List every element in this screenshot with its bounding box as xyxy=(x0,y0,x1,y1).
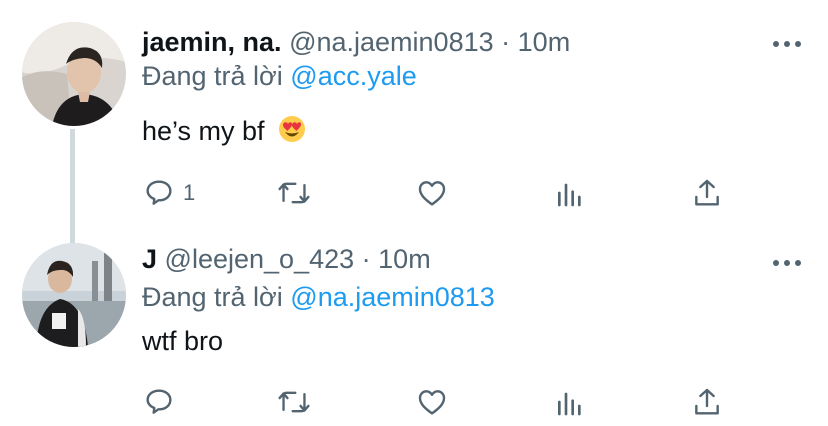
analytics-icon xyxy=(558,183,581,207)
reply-icon xyxy=(146,180,172,205)
avatar-photo xyxy=(22,22,126,126)
display-name[interactable]: J xyxy=(142,244,157,274)
avatar[interactable] xyxy=(22,243,126,347)
tweet[interactable]: J @leejen_o_423 · 10m Đang trả lời @na.j… xyxy=(0,234,828,426)
retweet-button[interactable] xyxy=(277,173,311,213)
share-button[interactable] xyxy=(692,173,722,213)
retweet-button[interactable] xyxy=(277,382,311,422)
tweet-text-content: wtf bro xyxy=(142,326,224,356)
tweet-header: jaemin, na. @na.jaemin0813 · 10m xyxy=(142,25,570,59)
reply-button[interactable]: 1 xyxy=(143,173,195,213)
share-icon xyxy=(695,388,719,415)
handle[interactable]: @leejen_o_423 xyxy=(165,244,355,274)
like-icon xyxy=(418,390,446,415)
separator: · xyxy=(501,27,511,57)
reply-prefix: Đang trả lời xyxy=(142,282,283,312)
analytics-button[interactable] xyxy=(555,173,585,213)
tweet-header: J @leejen_o_423 · 10m xyxy=(142,242,431,276)
avatar[interactable] xyxy=(22,22,126,126)
replying-to: Đang trả lời @acc.yale xyxy=(142,59,417,93)
reply-count: 1 xyxy=(183,180,196,205)
avatar-photo xyxy=(22,243,126,347)
handle[interactable]: @na.jaemin0813 xyxy=(289,27,494,57)
share-button[interactable] xyxy=(692,382,722,422)
reply-mention[interactable]: @na.jaemin0813 xyxy=(290,282,495,312)
more-icon[interactable] xyxy=(772,36,802,47)
tweet-actions: 1 xyxy=(0,173,828,213)
tweet-text: he’s my bf xyxy=(142,114,306,151)
replying-to: Đang trả lời @na.jaemin0813 xyxy=(142,280,495,314)
reply-button[interactable] xyxy=(143,382,183,422)
tweet[interactable]: jaemin, na. @na.jaemin0813 · 10m Đang tr… xyxy=(0,0,828,243)
retweet-icon xyxy=(278,182,310,204)
like-button[interactable] xyxy=(416,382,448,422)
like-icon xyxy=(418,181,446,206)
reply-mention[interactable]: @acc.yale xyxy=(290,61,416,91)
timestamp[interactable]: 10m xyxy=(518,27,571,57)
tweet-actions xyxy=(0,382,828,422)
reply-prefix: Đang trả lời xyxy=(142,61,283,91)
tweet-text: wtf bro xyxy=(142,324,223,358)
reply-icon xyxy=(146,389,172,414)
more-icon[interactable] xyxy=(772,255,802,266)
timestamp[interactable]: 10m xyxy=(378,244,431,274)
like-button[interactable] xyxy=(416,173,448,213)
retweet-icon xyxy=(278,391,310,413)
display-name[interactable]: jaemin, na. xyxy=(142,27,282,57)
analytics-icon xyxy=(558,392,581,416)
tweet-text-content: he’s my bf xyxy=(142,116,265,146)
heart-eyes-emoji xyxy=(278,115,306,151)
analytics-button[interactable] xyxy=(555,382,585,422)
share-icon xyxy=(695,179,719,206)
separator: · xyxy=(361,244,371,274)
